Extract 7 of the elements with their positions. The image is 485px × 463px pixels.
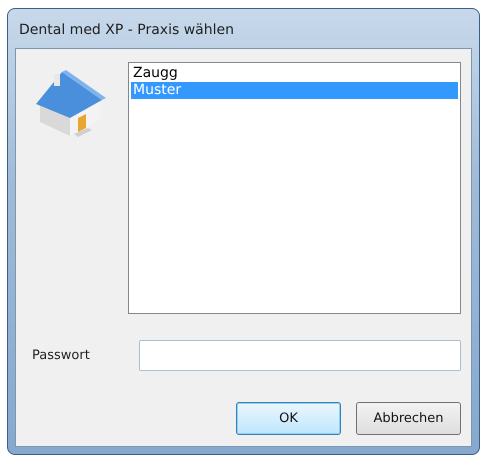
ok-button[interactable]: OK <box>236 402 341 435</box>
password-field[interactable] <box>139 340 461 371</box>
window-title: Dental med XP - Praxis wählen <box>18 21 235 40</box>
cancel-button[interactable]: Abbrechen <box>356 402 461 435</box>
password-label: Passwort <box>32 348 91 363</box>
practice-list[interactable]: Zaugg Muster <box>128 62 461 314</box>
list-item[interactable]: Zaugg <box>131 65 458 82</box>
